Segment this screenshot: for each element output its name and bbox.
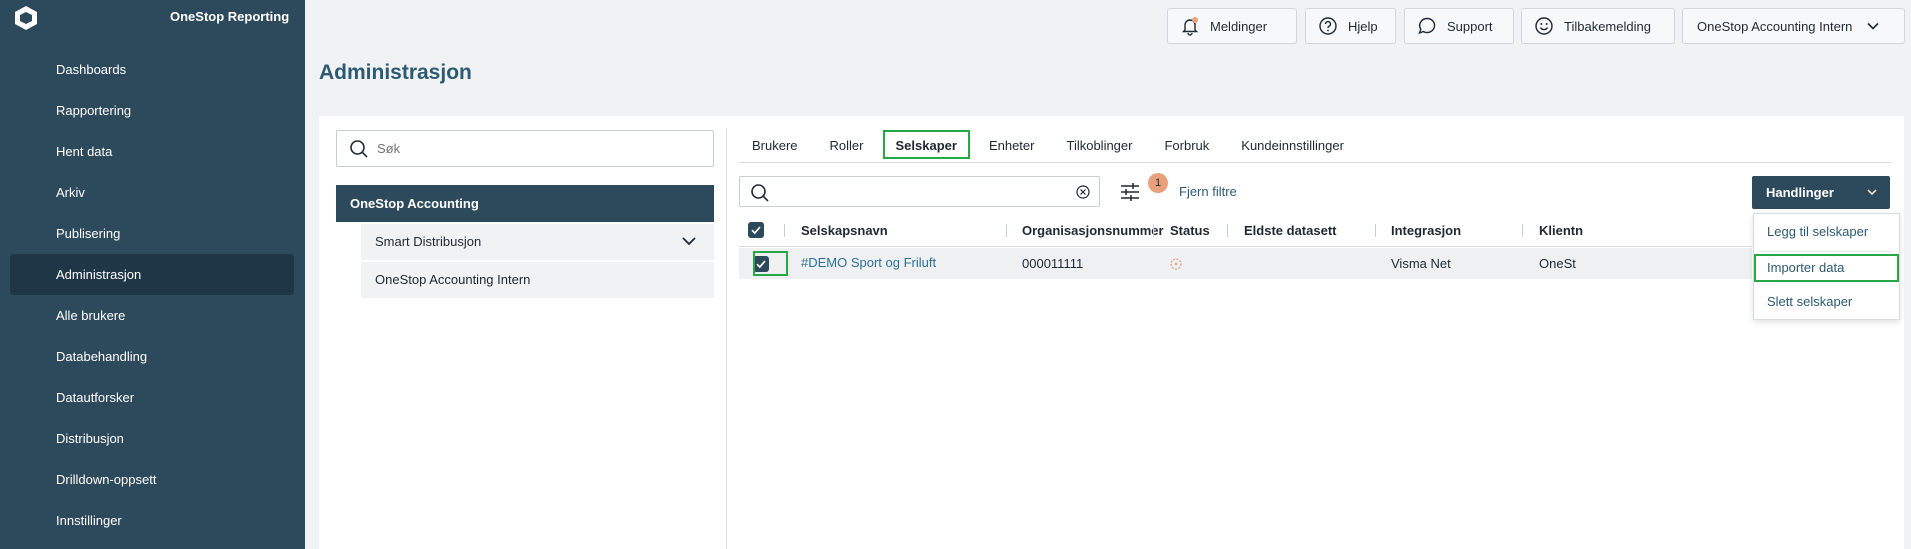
- filter-sliders-icon[interactable]: [1120, 182, 1140, 202]
- menu-item-delete-companies[interactable]: Slett selskaper: [1754, 288, 1899, 316]
- search-input[interactable]: [377, 141, 697, 156]
- sidebar-item-publisering[interactable]: Publisering: [10, 213, 294, 254]
- chat-bubble-icon: [1418, 17, 1436, 35]
- tab-roller[interactable]: Roller: [817, 130, 877, 159]
- chevron-down-icon[interactable]: [681, 235, 697, 247]
- actions-dropdown-button[interactable]: Handlinger: [1752, 176, 1890, 209]
- search-icon: [350, 139, 368, 158]
- column-separator[interactable]: [1227, 224, 1228, 237]
- tab-kundeinnstillinger[interactable]: Kundeinnstillinger: [1228, 130, 1357, 159]
- tab-tilkoblinger[interactable]: Tilkoblinger: [1053, 130, 1145, 159]
- column-header-integrasjon[interactable]: Integrasjon: [1391, 214, 1461, 247]
- menu-item-add-companies[interactable]: Legg til selskaper: [1754, 218, 1899, 246]
- panel-divider[interactable]: [726, 128, 727, 549]
- column-separator[interactable]: [1006, 224, 1007, 237]
- chevron-down-icon: [1867, 189, 1877, 196]
- sidebar-item-dashboards[interactable]: Dashboards: [10, 49, 294, 90]
- actions-label: Handlinger: [1766, 185, 1834, 200]
- tab-enheter[interactable]: Enheter: [976, 130, 1048, 159]
- org-number-cell: 000011111: [1022, 256, 1084, 271]
- column-header-status[interactable]: Status: [1170, 214, 1210, 247]
- integration-cell: Visma Net: [1391, 256, 1451, 271]
- sidebar-item-rapportering[interactable]: Rapportering: [10, 90, 294, 131]
- messages-button[interactable]: Meldinger: [1167, 8, 1297, 44]
- status-pending-icon: [1170, 258, 1182, 270]
- page-title: Administrasjon: [319, 61, 472, 84]
- org-item-onestop-accounting[interactable]: OneStop Accounting: [336, 185, 714, 222]
- org-item-label: Smart Distribusjon: [375, 234, 482, 249]
- sidebar-item-hent-data[interactable]: Hent data: [10, 131, 294, 172]
- companies-search-input[interactable]: [739, 176, 1100, 207]
- filter-count-badge: 1: [1148, 173, 1168, 193]
- support-button[interactable]: Support: [1404, 8, 1514, 44]
- column-header-klientnavn[interactable]: Klientn: [1539, 214, 1583, 247]
- org-item-onestop-accounting-intern[interactable]: OneStop Accounting Intern: [361, 262, 714, 298]
- admin-panel: OneStop Accounting Smart Distribusjon On…: [319, 116, 1904, 549]
- tab-forbruk[interactable]: Forbruk: [1151, 130, 1222, 159]
- column-separator[interactable]: [1153, 224, 1154, 237]
- account-switcher[interactable]: OneStop Accounting Intern: [1682, 8, 1905, 44]
- sidebar-item-distribusjon[interactable]: Distribusjon: [10, 418, 294, 459]
- sidebar-nav: Dashboards Rapportering Hent data Arkiv …: [10, 49, 294, 541]
- org-item-label: OneStop Accounting Intern: [375, 272, 531, 287]
- column-header-eldste-datasett[interactable]: Eldste datasett: [1244, 214, 1336, 247]
- brand-name: OneStop Reporting: [170, 9, 290, 24]
- messages-label: Meldinger: [1210, 18, 1268, 34]
- menu-divider: [1760, 251, 1893, 252]
- menu-item-import-data[interactable]: Importer data: [1754, 254, 1899, 282]
- account-name: OneStop Accounting Intern: [1697, 18, 1853, 34]
- column-separator[interactable]: [784, 224, 785, 237]
- select-all-checkbox[interactable]: [748, 222, 764, 238]
- feedback-label: Tilbakemelding: [1564, 18, 1651, 34]
- sidebar-item-alle-brukere[interactable]: Alle brukere: [10, 295, 294, 336]
- chevron-down-icon: [1867, 22, 1879, 30]
- sidebar-item-arkiv[interactable]: Arkiv: [10, 172, 294, 213]
- tab-selskaper[interactable]: Selskaper: [882, 130, 970, 159]
- smiley-icon: [1535, 17, 1553, 35]
- column-header-selskapsnavn[interactable]: Selskapsnavn: [801, 214, 888, 247]
- column-header-organisasjonsnummer[interactable]: Organisasjonsnummer: [1022, 214, 1164, 247]
- company-name-link[interactable]: #DEMO Sport og Friluft: [801, 247, 936, 278]
- help-icon: [1319, 17, 1337, 35]
- clear-search-icon[interactable]: [1076, 185, 1090, 199]
- support-label: Support: [1447, 18, 1493, 34]
- client-name-cell: OneSt: [1539, 256, 1576, 271]
- sidebar: OneStop Reporting Dashboards Rapporterin…: [0, 0, 305, 549]
- search-icon: [751, 184, 769, 202]
- help-button[interactable]: Hjelp: [1305, 8, 1396, 44]
- row-checkbox-highlight: [753, 251, 788, 276]
- help-label: Hjelp: [1348, 18, 1378, 34]
- feedback-button[interactable]: Tilbakemelding: [1521, 8, 1675, 44]
- clear-filters-link[interactable]: Fjern filtre: [1179, 184, 1237, 199]
- sidebar-item-administrasjon[interactable]: Administrasjon: [10, 254, 294, 295]
- tabs-underline: [739, 162, 1891, 163]
- company-tree-search[interactable]: [336, 130, 714, 167]
- column-separator[interactable]: [1375, 224, 1376, 237]
- admin-tabs: Brukere Roller Selskaper Enheter Tilkobl…: [739, 130, 1363, 163]
- table-row[interactable]: #DEMO Sport og Friluft 000011111 Visma N…: [739, 248, 1752, 279]
- table-header: Selskapsnavn Organisasjonsnummer Status …: [739, 214, 1752, 247]
- sidebar-item-drilldown-oppsett[interactable]: Drilldown-oppsett: [10, 459, 294, 500]
- bell-icon: [1181, 17, 1199, 36]
- app-logo-icon[interactable]: [13, 5, 39, 31]
- sidebar-item-datautforsker[interactable]: Datautforsker: [10, 377, 294, 418]
- actions-menu: Legg til selskaper Importer data Slett s…: [1753, 213, 1900, 320]
- org-item-smart-distribusjon[interactable]: Smart Distribusjon: [361, 224, 714, 260]
- sidebar-item-databehandling[interactable]: Databehandling: [10, 336, 294, 377]
- check-icon: [751, 226, 761, 235]
- sidebar-item-innstillinger[interactable]: Innstillinger: [10, 500, 294, 541]
- tab-brukere[interactable]: Brukere: [739, 130, 811, 159]
- column-separator[interactable]: [1522, 224, 1523, 237]
